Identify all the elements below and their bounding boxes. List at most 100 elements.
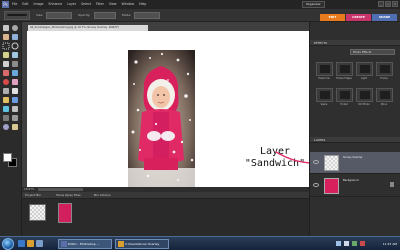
close-button[interactable]: × <box>392 1 398 7</box>
bin-thumbnail-photo[interactable] <box>58 203 72 223</box>
effect-label: Sepia <box>320 103 328 106</box>
taskbar: Editor - Photoshop ... C:\Users\Snow Ove… <box>0 236 400 250</box>
system-tray: 11:47 AM <box>330 239 400 249</box>
project-bin-header: Project Bin Show Open Files Bin Actions <box>22 192 309 199</box>
smart-brush-tool-icon <box>3 106 9 112</box>
task-label: C:\Users\Snow Overlay <box>125 242 160 246</box>
effect-tile[interactable] <box>376 88 393 102</box>
effect-label: Old Photo <box>358 103 370 106</box>
maximize-button[interactable]: □ <box>385 1 391 7</box>
task-button-editor[interactable]: Editor - Photoshop ... <box>58 239 112 249</box>
effects-panel-title: EFFECTS <box>314 41 328 45</box>
menu-filter[interactable]: Filter <box>96 2 104 7</box>
layer-thumbnail <box>324 178 339 194</box>
layer-row-background[interactable]: Background <box>310 175 400 197</box>
layers-panel-title: LAYERS <box>314 138 326 142</box>
menu-enhance[interactable]: Enhance <box>49 2 63 7</box>
annotation-line-sandwich: "Sandwich" <box>244 158 306 169</box>
effect-label: Mono <box>380 103 388 106</box>
effect-tile[interactable] <box>316 88 333 102</box>
visibility-eye-icon[interactable] <box>313 183 319 187</box>
effect-tile[interactable] <box>376 62 393 76</box>
menu-edit[interactable]: Edit <box>22 2 28 7</box>
size-label: Size: <box>36 13 44 17</box>
effect-label: Faded Ink <box>318 77 330 80</box>
organizer-button[interactable]: Organizer <box>302 1 325 8</box>
tab-edit[interactable]: EDIT <box>320 14 345 21</box>
layer-thumbnail <box>324 155 339 171</box>
effect-tile[interactable] <box>336 88 353 102</box>
toolbox <box>0 22 22 236</box>
title-bar: Ps File Edit Image Enhance Layer Select … <box>0 0 400 9</box>
healing-brush-tool-icon <box>12 79 18 85</box>
bin-actions-menu[interactable]: Bin Actions <box>94 193 111 198</box>
effect-tile[interactable] <box>356 88 373 102</box>
quick-launch-folder-icon[interactable] <box>27 240 34 247</box>
show-open-files-select[interactable]: Show Open Files <box>56 193 81 198</box>
opacity-field[interactable] <box>94 12 116 19</box>
effect-tile[interactable] <box>356 62 373 76</box>
quick-launch-desktop-icon[interactable] <box>36 240 43 247</box>
document-area: 04_Snow\Vegan_Photos\Girl\g.jpg @ 16.7% … <box>22 22 310 203</box>
move-tool-icon <box>3 25 9 31</box>
effect-label: Frame <box>380 77 388 80</box>
girl-photo-image <box>128 50 195 190</box>
brush-tool-icon <box>12 97 18 103</box>
menu-window[interactable]: Window <box>121 2 134 7</box>
tray-app-icon <box>360 241 365 246</box>
effects-category-select[interactable]: Photo Effects <box>350 49 395 55</box>
effects-panel-header[interactable]: EFFECTS <box>310 40 400 46</box>
doc-info-field[interactable] <box>38 188 83 191</box>
tool-icons <box>2 25 19 130</box>
canvas[interactable] <box>27 31 310 203</box>
menu-image[interactable]: Image <box>34 2 44 7</box>
menu-view[interactable]: View <box>109 2 117 7</box>
folder-icon <box>118 241 124 247</box>
pencil-tool-icon <box>3 97 9 103</box>
tab-share[interactable]: SHARE <box>372 14 397 21</box>
foreground-color-swatch[interactable] <box>3 153 12 162</box>
marquee-tool-icon <box>2 42 10 50</box>
lasso-tool-icon <box>11 42 19 50</box>
window-controls: _ □ × <box>378 1 398 7</box>
mode-select[interactable] <box>134 12 160 19</box>
menu-help[interactable]: Help <box>139 2 146 7</box>
mode-label: Mode: <box>122 13 132 17</box>
hand-tool-icon <box>3 34 9 40</box>
menu-layer[interactable]: Layer <box>67 2 76 7</box>
menu-bar: File Edit Image Enhance Layer Select Fil… <box>12 2 146 7</box>
start-button[interactable] <box>2 238 14 250</box>
quick-launch-ie-icon[interactable] <box>18 240 25 247</box>
menu-file[interactable]: File <box>12 2 17 7</box>
bin-thumbnail-transparent[interactable] <box>29 204 46 221</box>
task-button-folder[interactable]: C:\Users\Snow Overlay <box>115 239 169 249</box>
effect-tile[interactable] <box>316 62 333 76</box>
tool-grid <box>2 25 19 130</box>
panel-dock: EFFECTS Photo Effects Faded Ink Frame Ed… <box>309 22 400 236</box>
project-bin-label: Project Bin <box>25 193 42 197</box>
visibility-eye-icon[interactable] <box>313 160 319 164</box>
effect-label: Frame Edges <box>336 77 352 80</box>
crop-tool-icon <box>12 61 18 67</box>
tray-icons <box>336 241 365 246</box>
project-bin: Project Bin Show Open Files Bin Actions <box>22 192 309 236</box>
mode-tabs: EDIT CREATE SHARE <box>320 14 397 21</box>
effect-tile[interactable] <box>336 62 353 76</box>
magic-wand-tool-icon <box>3 52 9 58</box>
layer-row-snowy-overlay[interactable]: Snowy Overlay <box>310 152 400 174</box>
tab-create[interactable]: CREATE <box>346 14 371 21</box>
blur-tool-icon <box>3 124 9 130</box>
layer-name: Snowy Overlay <box>343 156 363 159</box>
straighten-tool-icon <box>12 70 18 76</box>
size-field[interactable] <box>46 12 72 19</box>
task-label: Editor - Photoshop ... <box>68 242 100 246</box>
red-eye-tool-icon <box>3 79 9 85</box>
opacity-label: Opacity: <box>78 13 91 17</box>
menu-select[interactable]: Select <box>81 2 91 7</box>
layers-panel-header[interactable]: LAYERS <box>310 137 400 143</box>
shape-tool-icon <box>12 115 18 121</box>
minimize-button[interactable]: _ <box>378 1 384 7</box>
cookie-cutter-tool-icon <box>3 70 9 76</box>
selection-brush-tool-icon <box>12 52 18 58</box>
annotation-text: Layer "Sandwich" <box>235 146 315 170</box>
